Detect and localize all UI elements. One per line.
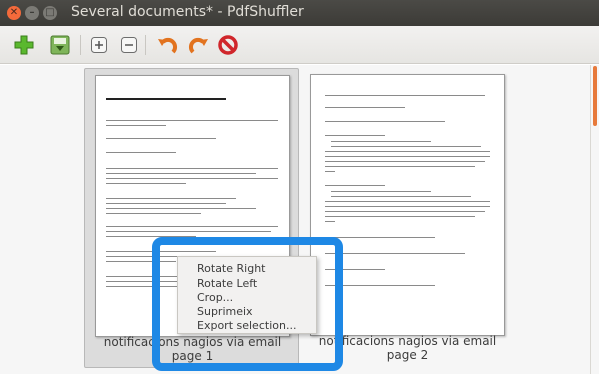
rotate-left-button[interactable] (156, 33, 180, 57)
toolbar-separator (145, 35, 146, 55)
toolbar (0, 26, 599, 64)
save-download-icon (50, 35, 70, 55)
zoom-out-icon (121, 37, 137, 53)
rotate-counterclockwise-icon (158, 37, 178, 54)
zoom-in-button[interactable] (87, 33, 111, 57)
window-title: Several documents* - PdfShuffler (71, 4, 304, 20)
no-entry-icon (218, 35, 238, 55)
rotate-right-button[interactable] (186, 33, 210, 57)
export-button[interactable] (48, 33, 72, 57)
close-window-button[interactable]: ✕ (7, 6, 21, 20)
toolbar-separator (80, 35, 81, 55)
add-document-button[interactable] (12, 33, 36, 57)
plus-icon (14, 35, 34, 55)
zoom-in-icon (91, 37, 107, 53)
delete-button[interactable] (216, 33, 240, 57)
context-menu: Rotate Right Rotate Left Crop... Suprime… (177, 256, 317, 334)
menu-item-rotate-right[interactable]: Rotate Right (178, 261, 316, 277)
scrollbar-thumb[interactable] (593, 66, 597, 126)
zoom-out-button[interactable] (117, 33, 141, 57)
maximize-window-button[interactable]: □ (43, 6, 57, 20)
title-bar: ✕ – □ Several documents* - PdfShuffler (0, 0, 599, 26)
minimize-window-button[interactable]: – (25, 6, 39, 20)
menu-item-export-selection[interactable]: Export selection... (178, 318, 316, 334)
rotate-clockwise-icon (188, 37, 208, 54)
